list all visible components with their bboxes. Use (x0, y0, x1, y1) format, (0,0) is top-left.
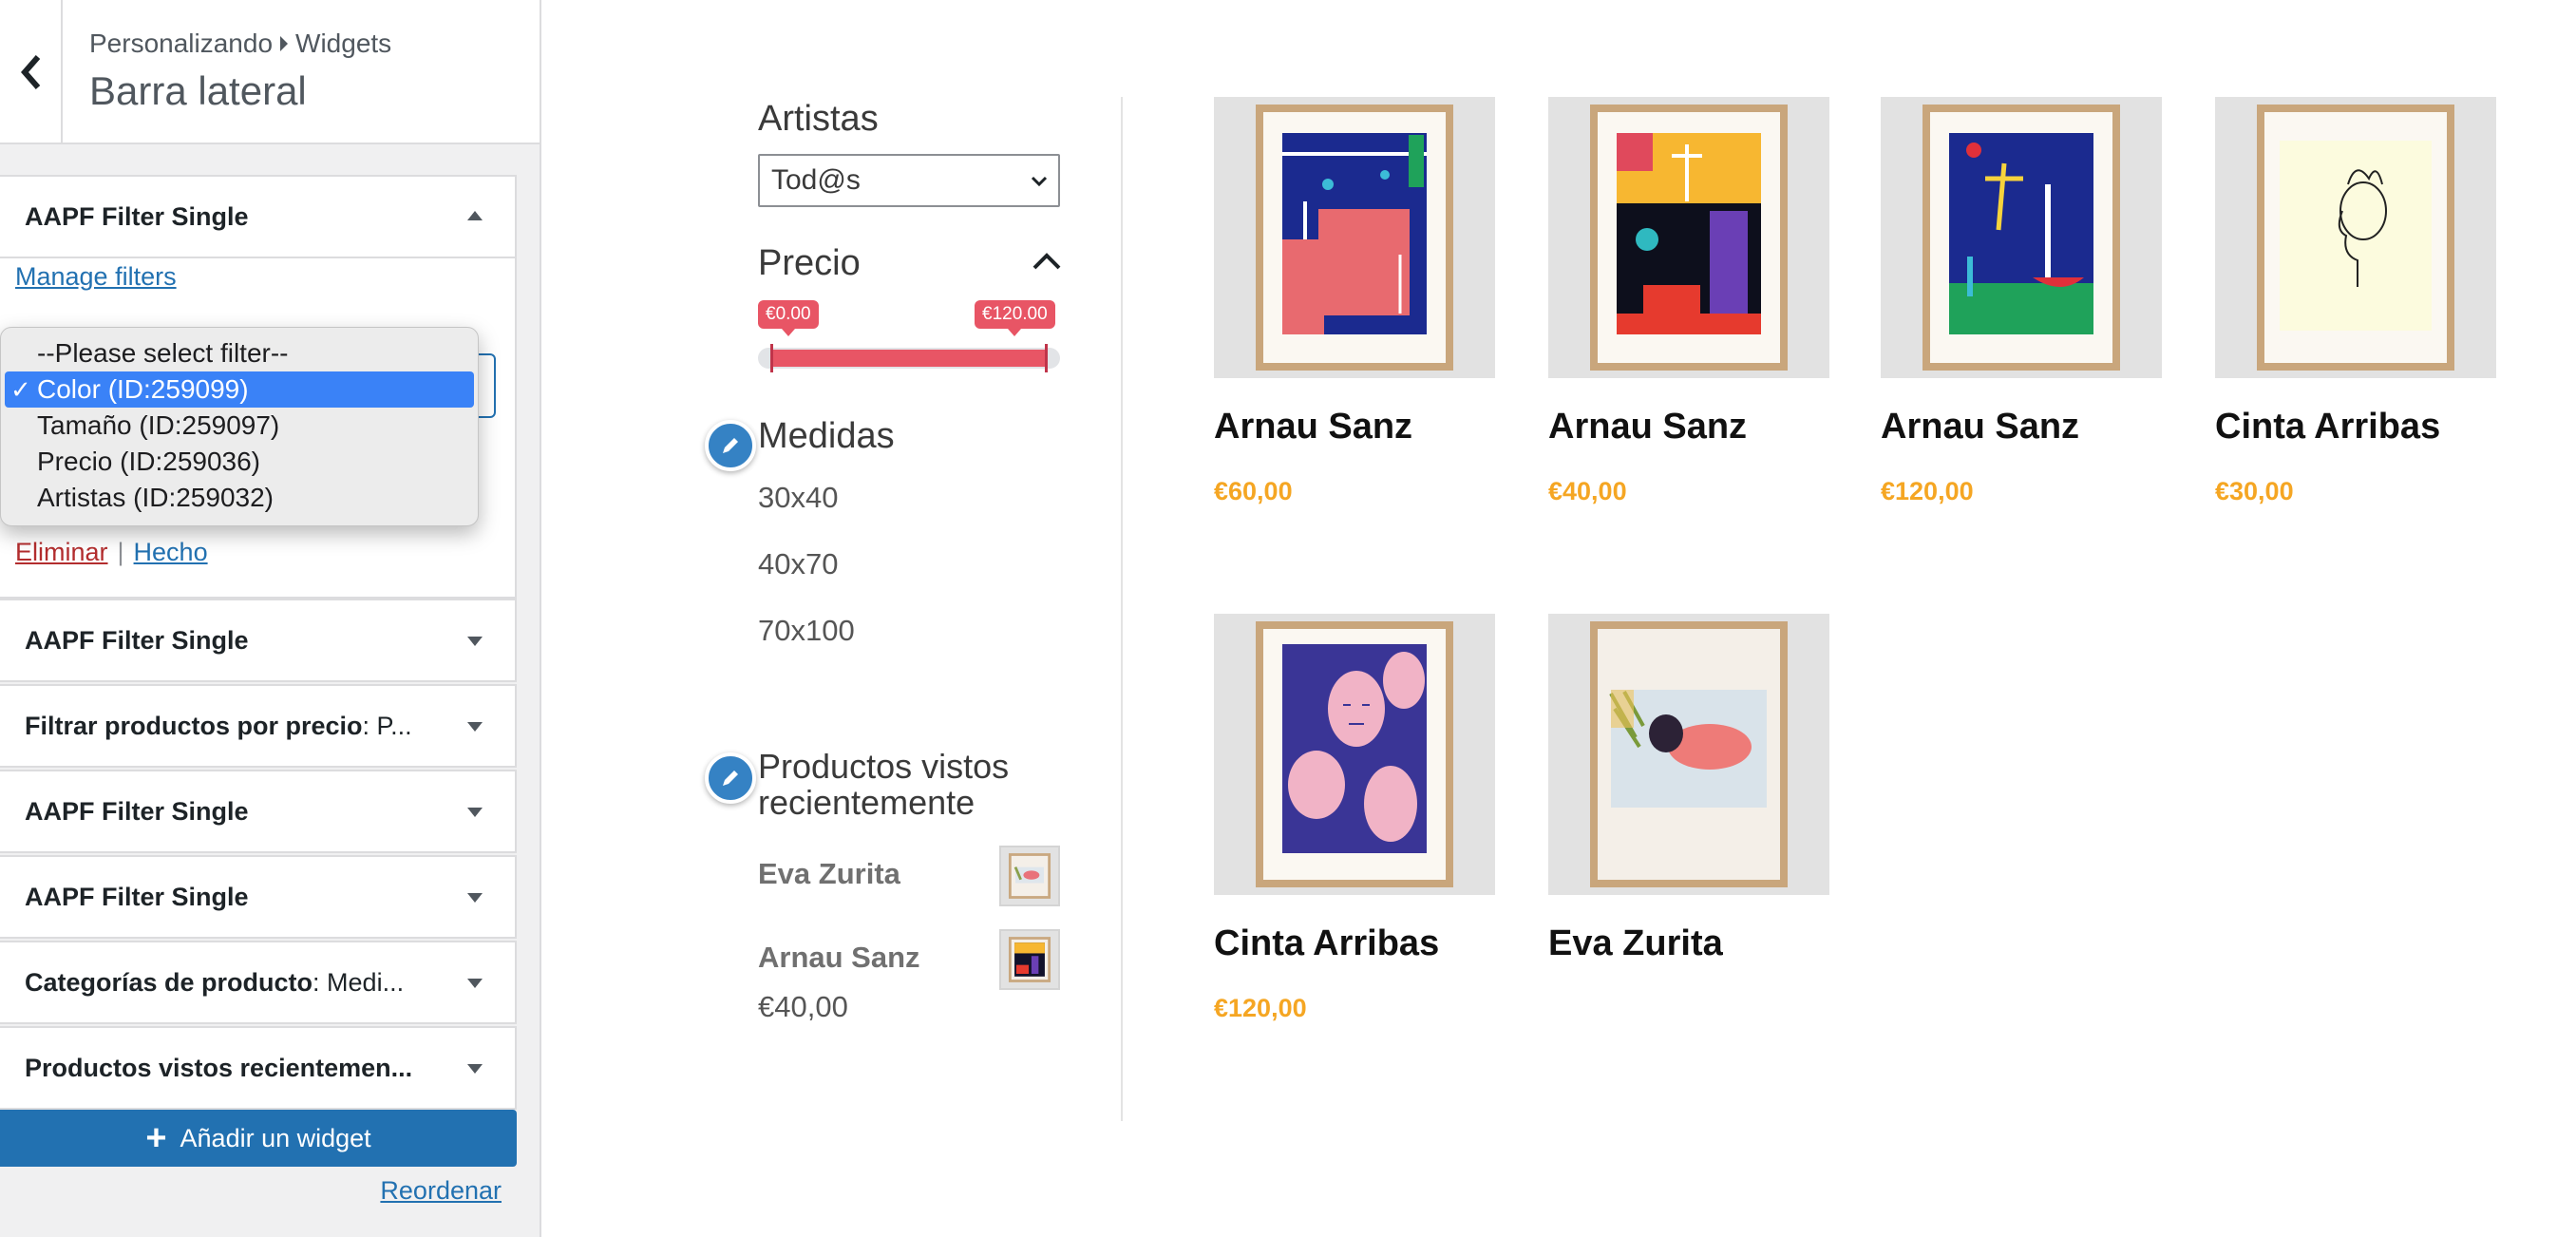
artistas-selected-value: Tod@s (771, 164, 861, 196)
dropdown-option[interactable]: Precio (ID:259036) (1, 444, 478, 480)
recent-products-title: Productos vistos recientemente (758, 747, 1010, 822)
reorder-link[interactable]: Reordenar (380, 1176, 502, 1206)
recent-product-price: €40,00 (758, 990, 848, 1023)
widget-row[interactable]: Productos vistos recientemen... (0, 1026, 517, 1110)
done-link[interactable]: Hecho (134, 538, 208, 567)
product-price: €120,00 (1214, 994, 1307, 1022)
filter-dropdown-menu: --Please select filter-- ✓ Color (ID:2590… (0, 327, 479, 526)
price-slider-max-handle[interactable] (1045, 344, 1048, 372)
site-preview: Artistas Tod@s Precio €0.00 €120.00 Medi… (543, 0, 2576, 1237)
product-name[interactable]: Arnau Sanz (1214, 407, 1412, 447)
product-name[interactable]: Arnau Sanz (1548, 407, 1747, 447)
breadcrumb-item-widgets: Widgets (295, 29, 392, 58)
recent-product-name[interactable]: Eva Zurita (758, 857, 900, 891)
dropdown-option-selected[interactable]: ✓ Color (ID:259099) (5, 371, 474, 408)
chevron-left-icon (21, 55, 41, 89)
edit-widget-button[interactable] (705, 752, 756, 804)
product-image[interactable] (1214, 614, 1495, 895)
widget-title: AAPF Filter Single (25, 625, 249, 655)
product-name[interactable]: Arnau Sanz (1881, 407, 2079, 447)
pencil-icon (723, 438, 738, 453)
dropdown-option[interactable]: --Please select filter-- (1, 335, 478, 371)
price-min-tag: €0.00 (758, 300, 819, 336)
breadcrumb-arrow-icon (280, 36, 289, 51)
widget-row[interactable]: AAPF Filter Single (0, 599, 517, 682)
product-image[interactable] (2215, 97, 2496, 378)
plus-icon: + (145, 1118, 167, 1158)
expand-arrow-icon[interactable] (467, 893, 483, 903)
widget-title: AAPF Filter Single (25, 882, 249, 911)
product-name[interactable]: Cinta Arribas (1214, 923, 1439, 964)
artistas-filter-title: Artistas (758, 99, 879, 139)
breadcrumb-item-personalizando: Personalizando (89, 29, 274, 58)
product-price: €60,00 (1214, 477, 1293, 505)
widget-title: Productos vistos recientemen... (25, 1053, 413, 1082)
widget-row[interactable]: Categorías de producto: Medi... (0, 941, 517, 1024)
recent-product-thumbnail[interactable] (999, 929, 1060, 990)
price-max-tag: €120.00 (975, 300, 1055, 336)
recent-product-thumbnail[interactable] (999, 846, 1060, 906)
product-image[interactable] (1548, 97, 1829, 378)
expand-arrow-icon[interactable] (467, 637, 483, 646)
breadcrumb: Personalizando Widgets (89, 29, 391, 59)
widget-actions: Eliminar | Hecho (15, 538, 208, 567)
widget-title: AAPF Filter Single (25, 796, 249, 826)
panel-title: Barra lateral (89, 68, 307, 113)
product-name[interactable]: Cinta Arribas (2215, 407, 2440, 447)
price-slider[interactable] (758, 344, 1060, 372)
medida-link[interactable]: 30x40 (758, 481, 838, 515)
widget-row[interactable]: AAPF Filter Single (0, 770, 517, 853)
dropdown-option[interactable]: Tamaño (ID:259097) (1, 408, 478, 444)
product-image[interactable] (1548, 614, 1829, 895)
price-slider-range (771, 350, 1047, 367)
expand-arrow-icon[interactable] (467, 1064, 483, 1074)
add-widget-label: Añadir un widget (180, 1123, 371, 1152)
product-price: €120,00 (1881, 477, 1974, 505)
recent-product-name[interactable]: Arnau Sanz (758, 941, 920, 975)
pencil-icon (723, 771, 738, 786)
widget-row-open[interactable]: AAPF Filter Single (0, 175, 517, 258)
precio-filter-title: Precio (758, 243, 861, 283)
medidas-filter-title: Medidas (758, 416, 895, 456)
customizer-sidebar: Personalizando Widgets Barra lateral AAP… (0, 0, 541, 1237)
artistas-select[interactable]: Tod@s (758, 154, 1060, 207)
product-name[interactable]: Eva Zurita (1548, 923, 1723, 964)
edit-widget-button[interactable] (705, 420, 756, 471)
chevron-up-icon[interactable] (1030, 247, 1064, 276)
sidebar-header: Personalizando Widgets Barra lateral (0, 0, 540, 144)
product-price: €30,00 (2215, 477, 2294, 505)
collapse-arrow-icon[interactable] (467, 211, 483, 220)
price-slider-min-handle[interactable] (770, 344, 773, 372)
widget-title: AAPF Filter Single (25, 201, 249, 231)
widget-row[interactable]: AAPF Filter Single (0, 855, 517, 939)
expand-arrow-icon[interactable] (467, 808, 483, 817)
medida-link[interactable]: 70x100 (758, 614, 855, 648)
manage-filters-link[interactable]: Manage filters (15, 262, 177, 292)
widget-title: Categorías de producto: Medi... (25, 967, 405, 997)
back-button[interactable] (0, 0, 63, 144)
chevron-down-icon (1031, 176, 1048, 187)
product-image[interactable] (1881, 97, 2162, 378)
widget-row[interactable]: Filtrar productos por precio: P... (0, 684, 517, 768)
widget-title: Filtrar productos por precio: P... (25, 711, 412, 740)
dropdown-option[interactable]: Artistas (ID:259032) (1, 480, 478, 516)
product-image[interactable] (1214, 97, 1495, 378)
expand-arrow-icon[interactable] (467, 722, 483, 732)
separator: | (117, 538, 124, 566)
medida-link[interactable]: 40x70 (758, 547, 838, 581)
sidebar-divider (1121, 97, 1123, 1121)
product-price: €40,00 (1548, 477, 1627, 505)
checkmark-icon: ✓ (10, 375, 31, 404)
add-widget-button[interactable]: + Añadir un widget (0, 1110, 517, 1167)
expand-arrow-icon[interactable] (467, 979, 483, 988)
remove-link[interactable]: Eliminar (15, 538, 108, 567)
